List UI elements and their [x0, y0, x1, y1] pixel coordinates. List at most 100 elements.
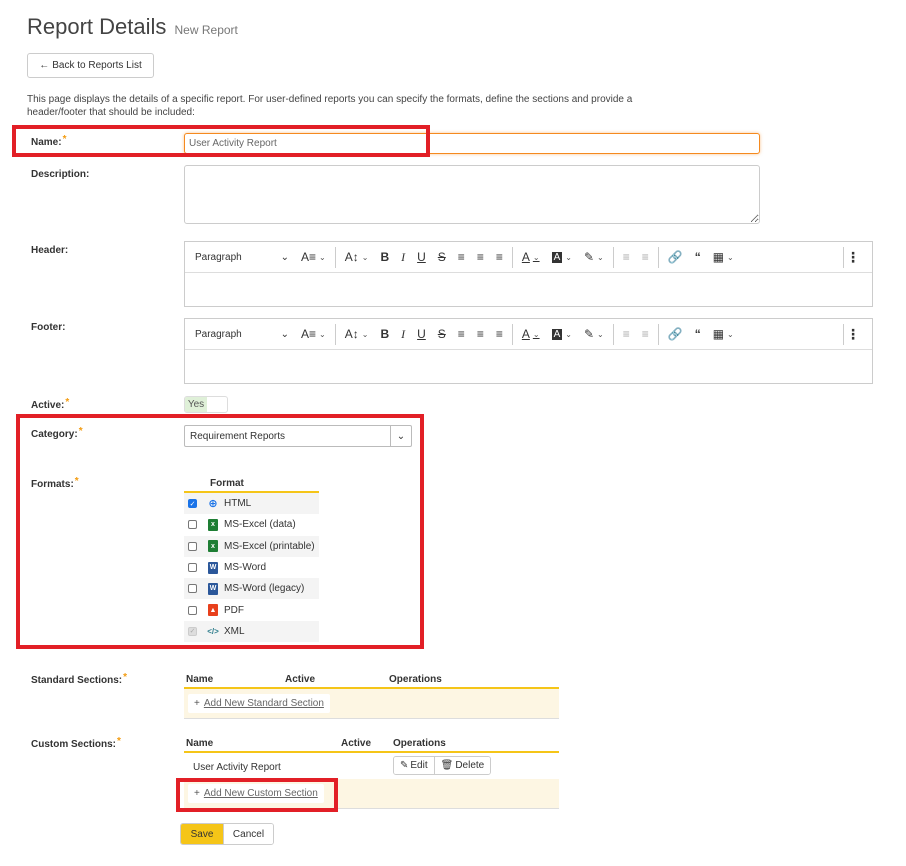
blockquote-icon[interactable]: “: [695, 327, 701, 341]
formats-table: Format ✓ ⊕ HTML x MS-Excel (data) x MS-Excel (…: [184, 476, 319, 643]
name-label-text: Name:: [31, 137, 62, 148]
add-standard-section-link[interactable]: + Add New Standard Section: [188, 694, 330, 713]
toolbar-divider: [657, 323, 659, 345]
more-options-icon[interactable]: ⋮: [846, 326, 860, 343]
blockquote-icon[interactable]: “: [695, 250, 701, 264]
font-size-icon[interactable]: A≡ ⌄: [301, 250, 326, 264]
underline-icon[interactable]: U: [417, 250, 426, 264]
arrow-left-icon: ←: [39, 60, 50, 71]
highlight-icon[interactable]: ✎ ⌄: [584, 250, 604, 264]
footer-editor[interactable]: Paragraph ⌄ A≡ ⌄ A↕ ⌄ B I U S ≡ ≡ ≡ A ⌄ A ⌄ ✎…: [184, 318, 873, 384]
outdent-icon[interactable]: ≡: [623, 250, 630, 264]
background-color-icon[interactable]: A ⌄: [551, 328, 572, 340]
background-color-icon[interactable]: A ⌄: [551, 251, 572, 263]
indent-icon[interactable]: ≡: [642, 327, 649, 341]
paragraph-label: Paragraph: [195, 328, 242, 340]
more-options-icon[interactable]: ⋮: [846, 249, 860, 266]
column-active: Active: [285, 674, 316, 685]
column-name: Name: [186, 738, 214, 749]
link-icon[interactable]: 🔗: [668, 250, 683, 264]
format-checkbox: ✓: [188, 626, 197, 636]
column-operations: Operations: [389, 674, 442, 685]
link-icon[interactable]: 🔗: [668, 327, 683, 341]
paragraph-dropdown[interactable]: Paragraph ⌄: [195, 252, 295, 263]
cancel-button[interactable]: Cancel: [223, 824, 273, 844]
underline-icon[interactable]: U: [417, 327, 426, 341]
font-size-icon[interactable]: A≡ ⌄: [301, 327, 326, 341]
edit-icon: ✎: [400, 760, 409, 771]
excel-icon: x: [208, 518, 218, 531]
form-actions: Save Cancel: [180, 823, 274, 845]
required-star-icon: *: [74, 476, 79, 487]
table-row: User Activity Report ✎ Edit 🗑 Delete: [184, 753, 559, 779]
table-icon[interactable]: ▦ ⌄: [713, 250, 734, 264]
format-checkbox[interactable]: [188, 584, 197, 594]
format-label: MS-Word (legacy): [224, 583, 305, 595]
chevron-down-icon[interactable]: ⌄: [390, 426, 411, 446]
line-height-icon[interactable]: A↕ ⌄: [345, 327, 369, 341]
bulleted-list-icon[interactable]: ≡: [458, 250, 465, 264]
category-select[interactable]: Requirement Reports ⌄: [184, 425, 412, 447]
font-color-icon[interactable]: A ⌄: [522, 327, 540, 341]
delete-button[interactable]: 🗑 Delete: [433, 757, 491, 774]
edit-button[interactable]: ✎ Edit: [394, 757, 434, 774]
font-color-icon[interactable]: A ⌄: [522, 250, 540, 264]
word-icon: W: [208, 561, 218, 574]
format-checkbox[interactable]: [188, 563, 197, 573]
toolbar-divider: [334, 323, 336, 345]
code-icon: </>: [207, 626, 219, 636]
category-select-value: Requirement Reports: [190, 430, 286, 442]
format-row: ✓ </> XML: [184, 620, 319, 643]
paragraph-dropdown[interactable]: Paragraph ⌄: [195, 329, 295, 340]
active-toggle[interactable]: Yes: [184, 396, 228, 413]
add-custom-section-link[interactable]: + Add New Custom Section: [188, 784, 324, 803]
format-checkbox[interactable]: [188, 541, 197, 551]
numbered-list-icon[interactable]: ≡: [477, 250, 484, 264]
active-toggle-label: Yes: [185, 397, 207, 412]
todo-list-icon[interactable]: ≡: [496, 327, 503, 341]
strikethrough-icon[interactable]: S: [438, 250, 446, 264]
chevron-down-icon: ⌄: [280, 328, 289, 340]
format-label: MS-Excel (data): [224, 519, 296, 531]
row-operations: ✎ Edit 🗑 Delete: [393, 756, 492, 775]
italic-icon[interactable]: I: [401, 327, 405, 342]
required-star-icon: *: [117, 736, 121, 747]
numbered-list-icon[interactable]: ≡: [477, 327, 484, 341]
format-checkbox[interactable]: [188, 605, 197, 615]
save-button[interactable]: Save: [181, 824, 223, 844]
bold-icon[interactable]: B: [380, 327, 389, 341]
outdent-icon[interactable]: ≡: [623, 327, 630, 341]
paragraph-label: Paragraph: [195, 251, 242, 263]
toolbar-divider: [612, 246, 614, 268]
footer-label: Footer:: [31, 322, 66, 333]
table-icon[interactable]: ▦ ⌄: [713, 327, 734, 341]
strikethrough-icon[interactable]: S: [438, 327, 446, 341]
header-editor[interactable]: Paragraph ⌄ A≡ ⌄ A↕ ⌄ B I U S ≡ ≡ ≡ A ⌄ A ⌄ ✎…: [184, 241, 873, 307]
format-label: XML: [224, 625, 245, 637]
italic-icon[interactable]: I: [401, 250, 405, 265]
custom-sections-label: Custom Sections:*: [31, 736, 121, 750]
name-input[interactable]: [184, 133, 760, 154]
required-star-icon: *: [62, 134, 67, 145]
toolbar-divider: [511, 323, 513, 345]
page-title: Report Details New Report: [27, 14, 238, 40]
back-to-reports-button[interactable]: ← Back to Reports List: [27, 53, 154, 78]
required-star-icon: *: [123, 672, 128, 683]
format-checkbox[interactable]: [188, 520, 197, 530]
standard-sections-label-text: Standard Sections:: [31, 675, 123, 686]
indent-icon[interactable]: ≡: [642, 250, 649, 264]
category-label-text: Category:: [31, 429, 78, 440]
bulleted-list-icon[interactable]: ≡: [458, 327, 465, 341]
todo-list-icon[interactable]: ≡: [496, 250, 503, 264]
bold-icon[interactable]: B: [380, 250, 389, 264]
standard-sections-table: Name Active Operations + Add New Standar…: [184, 673, 559, 719]
name-label: Name:*: [31, 134, 67, 148]
description-textarea[interactable]: [184, 165, 760, 224]
highlight-icon[interactable]: ✎ ⌄: [584, 327, 604, 341]
format-checkbox[interactable]: ✓: [188, 499, 197, 509]
plus-icon: +: [194, 788, 200, 799]
add-standard-section-label: Add New Standard Section: [203, 698, 324, 709]
line-height-icon[interactable]: A↕ ⌄: [345, 250, 369, 264]
format-row: W MS-Word (legacy): [184, 578, 319, 600]
format-label: PDF: [224, 604, 244, 616]
